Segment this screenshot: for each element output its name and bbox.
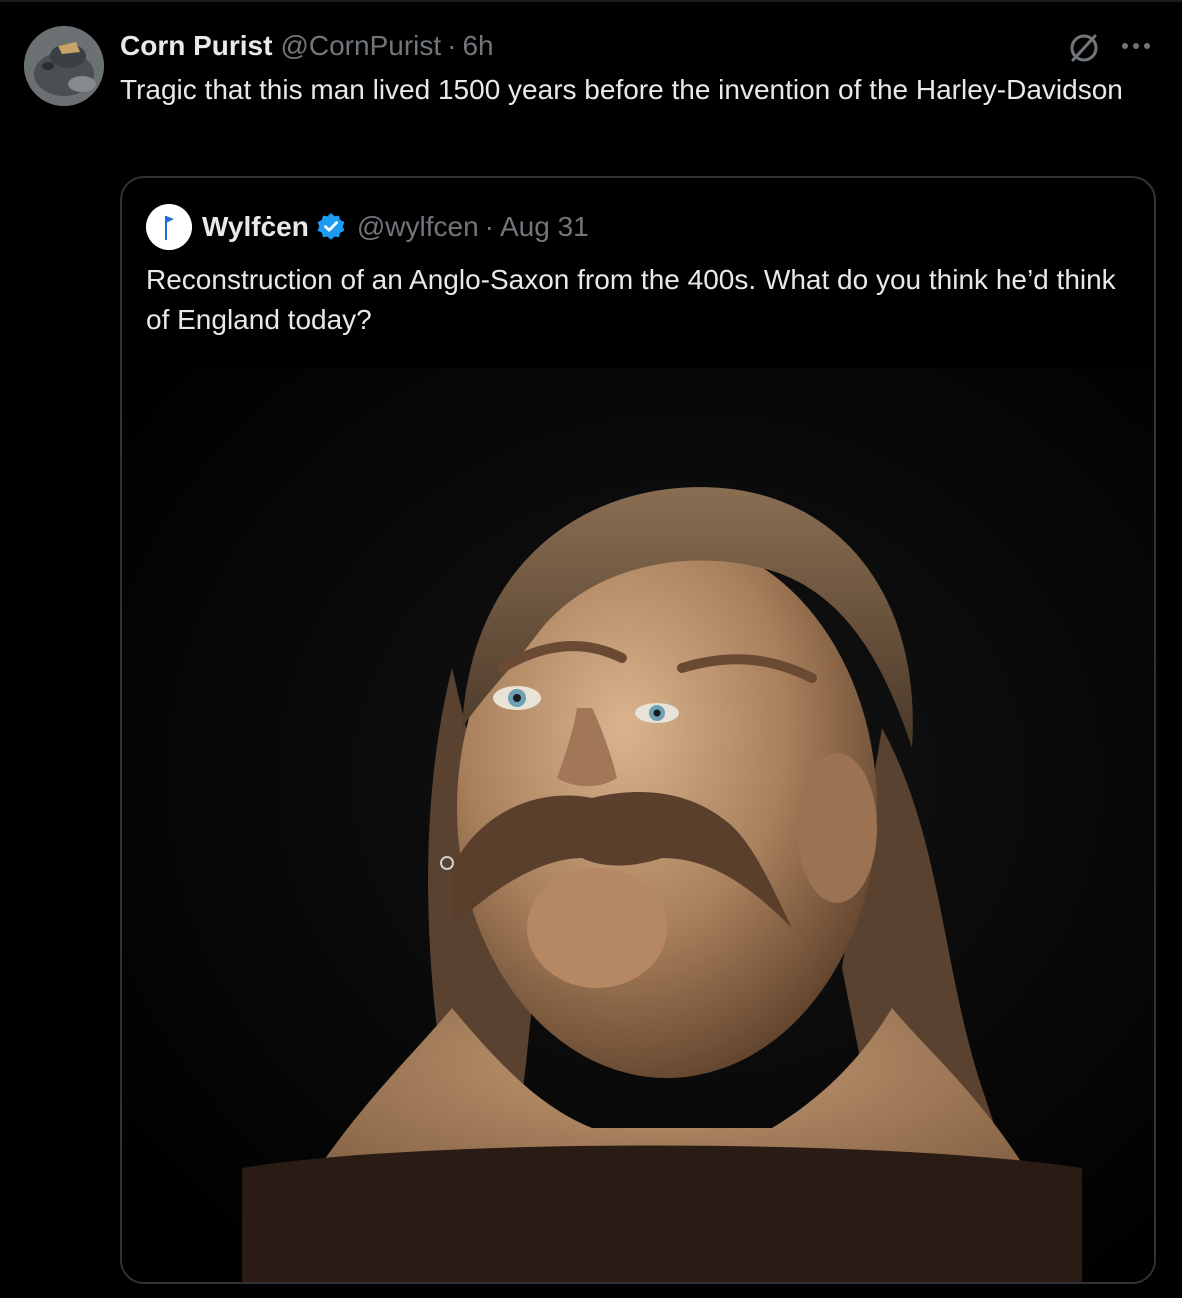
quoted-tweet-date[interactable]: Aug 31 [500,211,589,243]
quoted-author-handle[interactable]: @wylfcen [357,211,479,243]
flag-avatar[interactable] [146,204,192,250]
tweet-header: Corn Purist @CornPurist · 6h [120,28,494,64]
separator-dot: · [447,30,457,61]
top-divider [0,0,1182,2]
verified-badge-icon [315,211,347,243]
tweet-text: Tragic that this man lived 1500 years be… [120,74,1123,105]
more-icon[interactable] [1116,30,1156,62]
reconstruction-photo[interactable] [122,368,1154,1282]
tweet-timestamp[interactable]: 6h [462,30,493,62]
separator-dot: · [484,211,494,242]
quoted-tweet-text: Reconstruction of an Anglo-Saxon from th… [146,264,1116,335]
author-name[interactable]: Corn Purist [120,30,272,62]
quoted-tweet-card[interactable]: Wylfċen @wylfcen · Aug 31 Reconstruction… [120,176,1156,1284]
quoted-author-name[interactable]: Wylfċen [202,211,309,243]
author-avatar[interactable] [24,26,104,106]
grok-icon[interactable] [1066,30,1102,66]
quoted-tweet-header: Wylfċen @wylfcen · Aug 31 [202,208,589,246]
author-handle[interactable]: @CornPurist [280,30,441,62]
